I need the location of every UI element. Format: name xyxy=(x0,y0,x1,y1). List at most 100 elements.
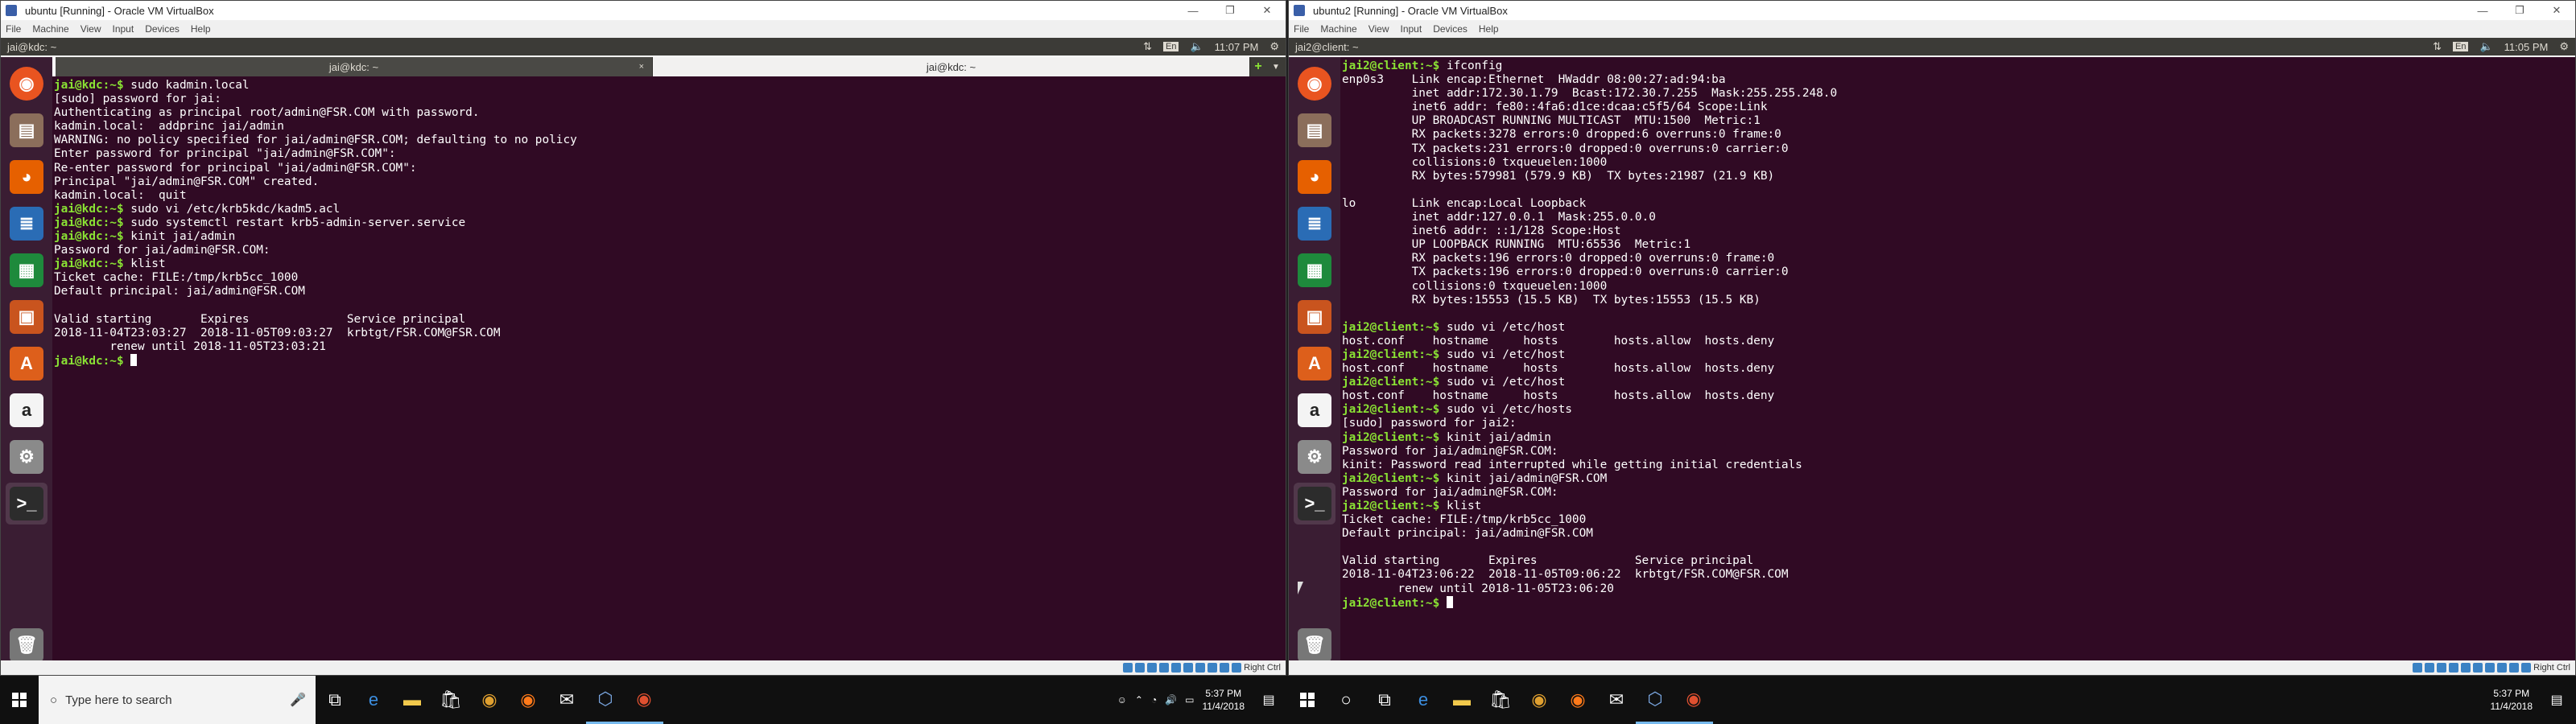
launcher-item[interactable]: ▣ xyxy=(6,296,47,338)
launcher-item[interactable]: ◉ xyxy=(6,63,47,105)
settings-gear-icon[interactable]: ⚙ xyxy=(2559,40,2569,53)
launcher-item[interactable]: ⚙ xyxy=(6,436,47,478)
capture-icon[interactable] xyxy=(2497,663,2508,673)
tab-terminal-2[interactable]: jai@kdc: ~ xyxy=(653,57,1250,76)
tab-close-icon[interactable]: × xyxy=(639,62,644,72)
menu-machine[interactable]: Machine xyxy=(32,23,68,35)
keyboard-indicator[interactable]: En xyxy=(2453,42,2469,51)
menu-devices[interactable]: Devices xyxy=(1433,23,1468,35)
menu-file[interactable]: File xyxy=(1294,23,1309,35)
launcher-item[interactable]: ▣ xyxy=(1294,296,1335,338)
edge-icon[interactable]: e xyxy=(1404,676,1443,724)
tray-chevron-icon[interactable]: ⌃ xyxy=(1135,694,1143,705)
maximize-button[interactable]: ❐ xyxy=(2501,1,2538,20)
tab-menu-button[interactable]: ▼ xyxy=(1266,57,1286,76)
task-view-icon[interactable]: ⧉ xyxy=(1365,676,1404,724)
launcher-item[interactable]: ▤ xyxy=(6,109,47,151)
minimize-button[interactable]: — xyxy=(2464,1,2501,20)
launcher-item[interactable]: ▦ xyxy=(1294,249,1335,291)
battery-icon[interactable]: ▭ xyxy=(1185,694,1194,705)
launcher-item[interactable]: ▤ xyxy=(1294,109,1335,151)
display-icon[interactable] xyxy=(2485,663,2496,673)
mail-icon[interactable]: ✉ xyxy=(547,676,586,724)
launcher-item[interactable]: ◉ xyxy=(1294,63,1335,105)
people-icon[interactable]: ☺ xyxy=(1117,694,1127,705)
mouse-integration-icon[interactable] xyxy=(2521,663,2532,673)
menu-view[interactable]: View xyxy=(1368,23,1389,35)
chrome-icon[interactable]: ◉ xyxy=(470,676,509,724)
menu-input[interactable]: Input xyxy=(1401,23,1422,35)
network-icon[interactable]: ⇅ xyxy=(1143,40,1152,53)
terminal-output[interactable]: jai2@client:~$ ifconfig enp0s3 Link encap… xyxy=(1340,57,2575,675)
launcher-item[interactable]: >_ xyxy=(1294,483,1335,524)
cpu-icon[interactable] xyxy=(2509,663,2520,673)
chrome-icon[interactable]: ◉ xyxy=(1520,676,1558,724)
action-center-icon[interactable]: ▤ xyxy=(2541,676,2573,724)
task-view-icon[interactable]: ⧉ xyxy=(316,676,354,724)
chrome-running-icon[interactable]: ◉ xyxy=(1674,676,1713,724)
start-button[interactable] xyxy=(1288,676,1327,724)
network-status-icon[interactable] xyxy=(1159,663,1170,673)
cortana-icon[interactable]: ○ xyxy=(1327,676,1365,724)
menu-view[interactable]: View xyxy=(80,23,101,35)
settings-gear-icon[interactable]: ⚙ xyxy=(1269,40,1279,53)
launcher-item[interactable]: A xyxy=(6,343,47,385)
firefox-taskbar-icon[interactable]: ◉ xyxy=(509,676,547,724)
volume-icon[interactable]: 🔈 xyxy=(1190,40,1203,53)
optical-icon[interactable] xyxy=(2425,663,2435,673)
volume-tray-icon[interactable]: 🔊 xyxy=(1165,694,1177,705)
firefox-taskbar-icon[interactable]: ◉ xyxy=(1558,676,1597,724)
network-status-icon[interactable] xyxy=(2449,663,2459,673)
taskbar-clock[interactable]: 5:37 PM 11/4/2018 xyxy=(1203,687,1245,713)
start-button[interactable] xyxy=(0,676,39,724)
close-button[interactable]: ✕ xyxy=(2538,1,2575,20)
clock[interactable]: 11:07 PM xyxy=(1215,41,1259,53)
network-icon[interactable]: ⇅ xyxy=(2433,40,2442,53)
audio-icon[interactable] xyxy=(1147,663,1158,673)
taskbar-search-box[interactable]: ○ Type here to search 🎤 xyxy=(39,676,316,724)
vm-window-ubuntu2[interactable]: ubuntu2 [Running] - Oracle VM VirtualBox… xyxy=(1288,0,2576,676)
microphone-icon[interactable]: 🎤 xyxy=(290,692,306,708)
hdd-icon[interactable] xyxy=(1123,663,1133,673)
launcher-item[interactable]: ▦ xyxy=(6,249,47,291)
file-explorer-icon[interactable]: ▬ xyxy=(393,676,431,724)
display-icon[interactable] xyxy=(1195,663,1206,673)
keyboard-indicator[interactable]: En xyxy=(1163,42,1179,51)
menu-input[interactable]: Input xyxy=(113,23,134,35)
capture-icon[interactable] xyxy=(1208,663,1218,673)
hdd-icon[interactable] xyxy=(2413,663,2423,673)
volume-icon[interactable]: 🔈 xyxy=(2479,40,2492,53)
launcher-item[interactable]: ⚙ xyxy=(1294,436,1335,478)
clock[interactable]: 11:05 PM xyxy=(2504,41,2549,53)
menu-help[interactable]: Help xyxy=(1479,23,1499,35)
minimize-button[interactable]: — xyxy=(1174,1,1212,20)
launcher-item[interactable]: ≣ xyxy=(1294,203,1335,245)
virtualbox-taskbar-icon[interactable]: ⬡ xyxy=(586,676,625,724)
shared-folder-icon[interactable] xyxy=(1183,663,1194,673)
new-tab-button[interactable]: + xyxy=(1250,57,1266,76)
shared-folder-icon[interactable] xyxy=(2473,663,2483,673)
launcher-item[interactable]: ◕ xyxy=(6,156,47,198)
maximize-button[interactable]: ❐ xyxy=(1212,1,1249,20)
launcher-item[interactable]: A xyxy=(1294,343,1335,385)
launcher-item[interactable]: ≣ xyxy=(6,203,47,245)
store-icon[interactable]: 🛍 xyxy=(431,676,470,724)
chrome-running-icon[interactable]: ◉ xyxy=(625,676,663,724)
edge-icon[interactable]: e xyxy=(354,676,393,724)
file-explorer-icon[interactable]: ▬ xyxy=(1443,676,1481,724)
menu-help[interactable]: Help xyxy=(191,23,211,35)
launcher-item[interactable]: a xyxy=(1294,389,1335,431)
launcher-item[interactable]: >_ xyxy=(6,483,47,524)
mail-icon[interactable]: ✉ xyxy=(1597,676,1636,724)
wifi-icon[interactable]: ◔ xyxy=(1151,694,1157,705)
audio-icon[interactable] xyxy=(2437,663,2447,673)
action-center-icon[interactable]: ▤ xyxy=(1253,676,1285,724)
optical-icon[interactable] xyxy=(1135,663,1146,673)
taskbar-clock[interactable]: 5:37 PM 11/4/2018 xyxy=(2491,687,2533,713)
cpu-icon[interactable] xyxy=(1220,663,1230,673)
launcher-item[interactable]: a xyxy=(6,389,47,431)
vm-window-ubuntu[interactable]: ubuntu [Running] - Oracle VM VirtualBox … xyxy=(0,0,1286,676)
menu-devices[interactable]: Devices xyxy=(145,23,180,35)
vbox-titlebar[interactable]: ubuntu2 [Running] - Oracle VM VirtualBox… xyxy=(1289,1,2575,20)
usb-icon[interactable] xyxy=(1171,663,1182,673)
